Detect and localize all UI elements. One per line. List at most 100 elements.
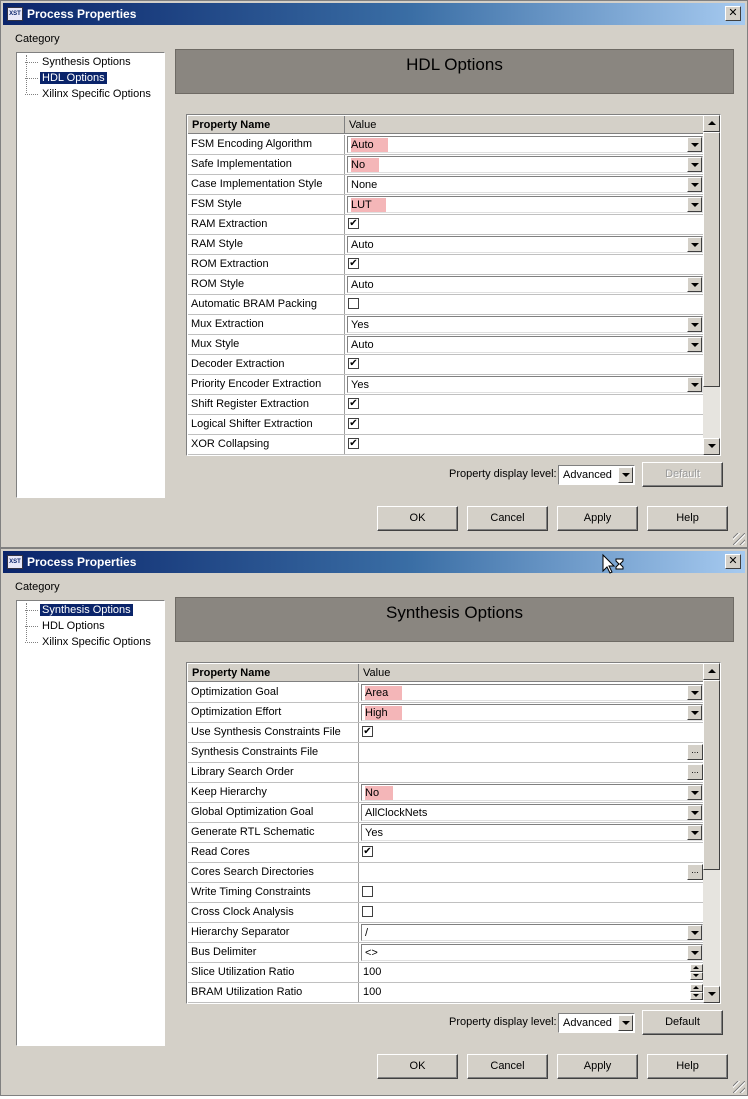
property-value-cell[interactable]: Yes: [345, 315, 704, 334]
spin-value[interactable]: 100: [363, 985, 381, 999]
chevron-down-icon[interactable]: [687, 157, 702, 172]
cancel-button[interactable]: Cancel: [467, 506, 548, 531]
tree-item-hdl-options[interactable]: HDL Options: [25, 71, 107, 86]
vertical-scrollbar[interactable]: [703, 663, 720, 1003]
property-row[interactable]: Keep Hierarchy No: [188, 783, 704, 803]
property-value-cell[interactable]: Area: [359, 683, 704, 702]
property-row[interactable]: Decoder Extraction ✔: [188, 355, 704, 375]
tree-item-synthesis-options[interactable]: Synthesis Options: [25, 603, 133, 618]
spin-down-icon[interactable]: [690, 972, 703, 980]
value-checkbox[interactable]: [362, 886, 373, 897]
property-row[interactable]: Global Optimization Goal AllClockNets: [188, 803, 704, 823]
value-checkbox[interactable]: ✔: [348, 398, 359, 409]
display-level-dropdown[interactable]: Advanced: [558, 465, 635, 485]
value-dropdown[interactable]: Auto: [347, 136, 703, 153]
value-checkbox[interactable]: ✔: [348, 258, 359, 269]
chevron-down-icon[interactable]: [687, 197, 702, 212]
help-button[interactable]: Help: [647, 1054, 728, 1079]
property-row[interactable]: Read Cores ✔: [188, 843, 704, 863]
spin-value[interactable]: 100: [363, 965, 381, 979]
chevron-down-icon[interactable]: [687, 805, 702, 820]
property-value-cell[interactable]: [359, 903, 704, 922]
tree-item-xilinx-specific-options[interactable]: Xilinx Specific Options: [25, 87, 153, 102]
category-tree[interactable]: Synthesis Options HDL Options Xilinx Speci…: [16, 600, 165, 1046]
column-header-property-name[interactable]: Property Name: [188, 664, 359, 682]
property-value-cell[interactable]: Auto: [345, 275, 704, 294]
title-bar[interactable]: XST Process Properties ✕: [3, 551, 745, 573]
scroll-down-icon[interactable]: [703, 986, 720, 1003]
close-button[interactable]: ✕: [725, 6, 741, 21]
property-row[interactable]: BRAM Utilization Ratio 100: [188, 983, 704, 1003]
property-value-cell[interactable]: Yes: [359, 823, 704, 842]
ok-button[interactable]: OK: [377, 1054, 458, 1079]
value-dropdown[interactable]: High: [361, 704, 703, 721]
value-dropdown[interactable]: <>: [361, 944, 703, 961]
default-button[interactable]: Default: [642, 462, 723, 487]
chevron-down-icon[interactable]: [687, 137, 702, 152]
property-row[interactable]: Logical Shifter Extraction ✔: [188, 415, 704, 435]
chevron-down-icon[interactable]: [618, 467, 633, 483]
close-button[interactable]: ✕: [725, 554, 741, 569]
property-row[interactable]: Priority Encoder Extraction Yes: [188, 375, 704, 395]
apply-button[interactable]: Apply: [557, 1054, 638, 1079]
property-value-cell[interactable]: [345, 295, 704, 314]
spin-buttons[interactable]: [690, 984, 703, 1001]
chevron-down-icon[interactable]: [687, 945, 702, 960]
chevron-down-icon[interactable]: [618, 1015, 633, 1031]
property-value-cell[interactable]: Auto: [345, 335, 704, 354]
chevron-down-icon[interactable]: [687, 685, 702, 700]
property-row[interactable]: Shift Register Extraction ✔: [188, 395, 704, 415]
value-dropdown[interactable]: LUT: [347, 196, 703, 213]
property-value-cell[interactable]: ✔: [345, 435, 704, 454]
property-value-cell[interactable]: ✔: [359, 843, 704, 862]
chevron-down-icon[interactable]: [687, 377, 702, 392]
property-row[interactable]: Cores Search Directories...: [188, 863, 704, 883]
display-level-dropdown[interactable]: Advanced: [558, 1013, 635, 1033]
browse-button[interactable]: ...: [687, 764, 703, 780]
default-button[interactable]: Default: [642, 1010, 723, 1035]
chevron-down-icon[interactable]: [687, 705, 702, 720]
property-row[interactable]: Safe Implementation No: [188, 155, 704, 175]
property-value-cell[interactable]: None: [345, 175, 704, 194]
value-dropdown[interactable]: No: [361, 784, 703, 801]
column-header-value[interactable]: Value: [359, 664, 704, 682]
property-row[interactable]: Mux Style Auto: [188, 335, 704, 355]
property-row[interactable]: Synthesis Constraints File...: [188, 743, 704, 763]
column-header-value[interactable]: Value: [345, 116, 704, 134]
spin-buttons[interactable]: [690, 964, 703, 981]
property-value-cell[interactable]: AllClockNets: [359, 803, 704, 822]
value-dropdown[interactable]: Yes: [347, 316, 703, 333]
chevron-down-icon[interactable]: [687, 177, 702, 192]
value-dropdown[interactable]: /: [361, 924, 703, 941]
help-button[interactable]: Help: [647, 506, 728, 531]
spin-up-icon[interactable]: [690, 964, 703, 972]
property-row[interactable]: Optimization Goal Area: [188, 683, 704, 703]
property-row[interactable]: Mux Extraction Yes: [188, 315, 704, 335]
property-value-cell[interactable]: LUT: [345, 195, 704, 214]
chevron-down-icon[interactable]: [687, 317, 702, 332]
apply-button[interactable]: Apply: [557, 506, 638, 531]
property-row[interactable]: Write Timing Constraints: [188, 883, 704, 903]
value-checkbox[interactable]: [362, 906, 373, 917]
property-value-cell[interactable]: No: [359, 783, 704, 802]
value-checkbox[interactable]: [348, 298, 359, 309]
category-tree[interactable]: Synthesis Options HDL Options Xilinx Speci…: [16, 52, 165, 498]
spin-down-icon[interactable]: [690, 992, 703, 1000]
property-value-cell[interactable]: <>: [359, 943, 704, 962]
property-row[interactable]: Optimization Effort High: [188, 703, 704, 723]
property-value-cell[interactable]: 100: [359, 963, 704, 982]
property-value-cell[interactable]: ✔: [345, 395, 704, 414]
chevron-down-icon[interactable]: [687, 925, 702, 940]
property-value-cell[interactable]: ✔: [359, 723, 704, 742]
property-value-cell[interactable]: ✔: [345, 415, 704, 434]
property-row[interactable]: ROM Extraction ✔: [188, 255, 704, 275]
property-row[interactable]: ROM Style Auto: [188, 275, 704, 295]
scrollbar-thumb[interactable]: [703, 680, 720, 870]
chevron-down-icon[interactable]: [687, 277, 702, 292]
tree-item-hdl-options[interactable]: HDL Options: [25, 619, 107, 634]
property-row[interactable]: Cross Clock Analysis: [188, 903, 704, 923]
value-checkbox[interactable]: ✔: [348, 438, 359, 449]
property-row[interactable]: Generate RTL Schematic Yes: [188, 823, 704, 843]
property-row[interactable]: Automatic BRAM Packing: [188, 295, 704, 315]
chevron-down-icon[interactable]: [687, 785, 702, 800]
